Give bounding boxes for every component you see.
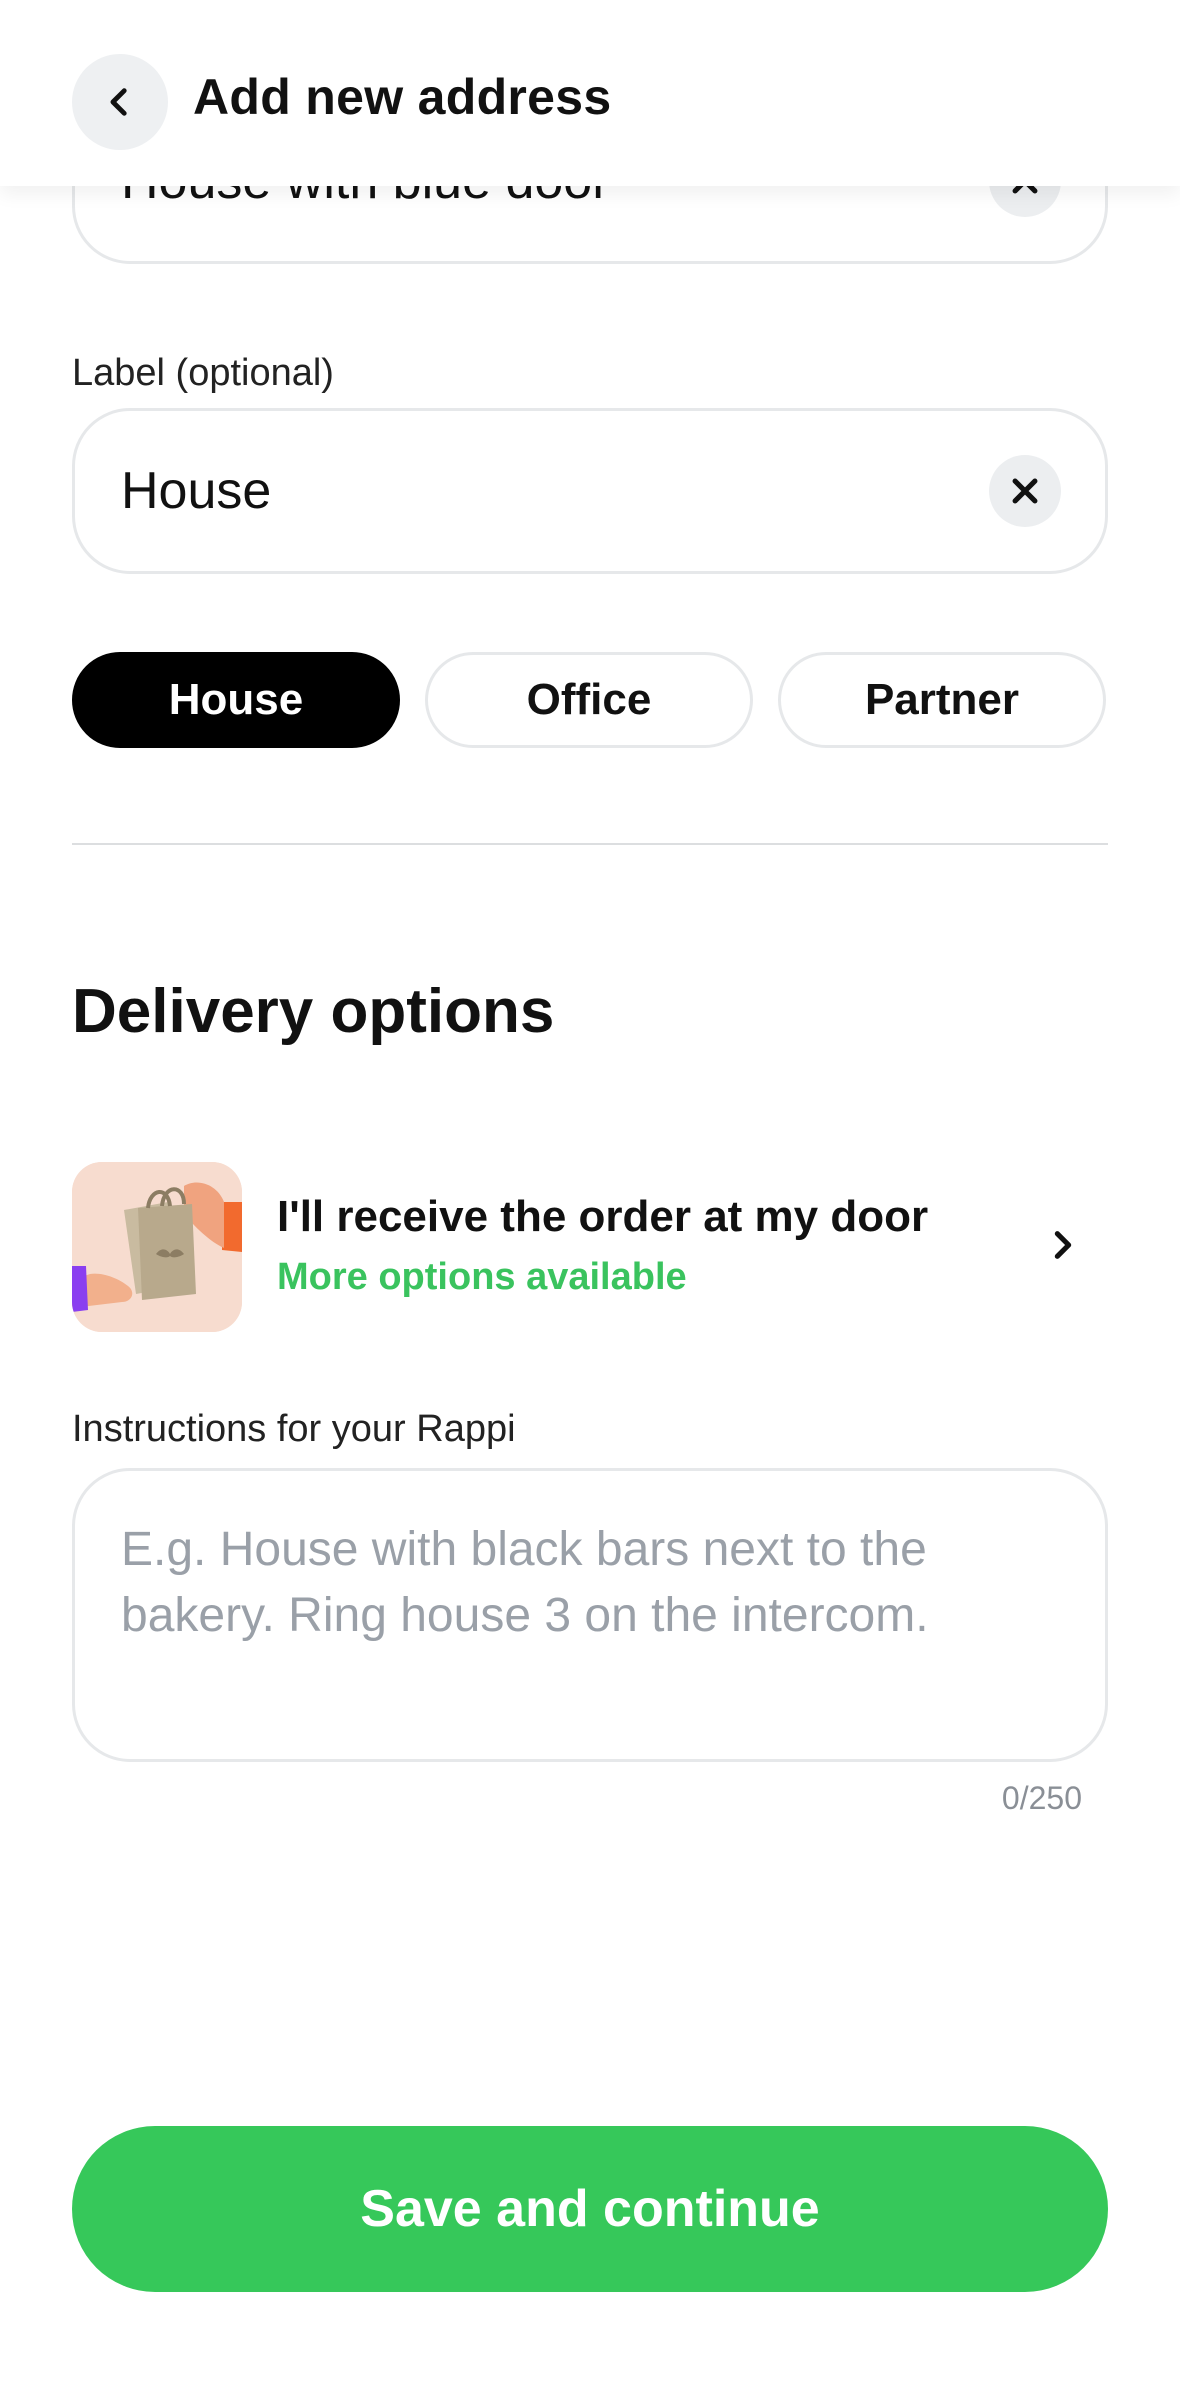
delivery-option-door[interactable]: I'll receive the order at my door More o… bbox=[72, 1162, 1108, 1332]
delivery-options-title: Delivery options bbox=[72, 977, 555, 1046]
chevron-left-icon bbox=[110, 88, 127, 116]
chip-partner[interactable]: Partner bbox=[778, 652, 1106, 748]
chevron-right-icon bbox=[1038, 1220, 1088, 1270]
delivery-option-title: I'll receive the order at my door bbox=[277, 1192, 929, 1241]
save-and-continue-button[interactable]: Save and continue bbox=[72, 2126, 1108, 2292]
delivery-option-subtitle: More options available bbox=[277, 1256, 687, 1298]
instructions-placeholder: E.g. House with black bars next to the b… bbox=[121, 1523, 929, 1642]
label-field-label: Label (optional) bbox=[72, 352, 334, 394]
hand-with-bag-illustration bbox=[72, 1162, 242, 1332]
chip-office[interactable]: Office bbox=[425, 652, 753, 748]
character-counter: 0/250 bbox=[1001, 1780, 1082, 1816]
chip-house[interactable]: House bbox=[72, 652, 400, 748]
top-app-bar: Add new address bbox=[0, 0, 1180, 186]
close-icon bbox=[1012, 478, 1038, 504]
label-input-field[interactable]: House bbox=[72, 408, 1108, 574]
instructions-label: Instructions for your Rappi bbox=[72, 1408, 516, 1450]
clear-label-button[interactable] bbox=[989, 455, 1061, 527]
section-divider bbox=[72, 843, 1108, 845]
label-input-value: House bbox=[121, 462, 272, 520]
page-title: Add new address bbox=[193, 69, 612, 125]
back-button[interactable] bbox=[72, 54, 168, 150]
instructions-textarea[interactable]: E.g. House with black bars next to the b… bbox=[72, 1468, 1108, 1762]
